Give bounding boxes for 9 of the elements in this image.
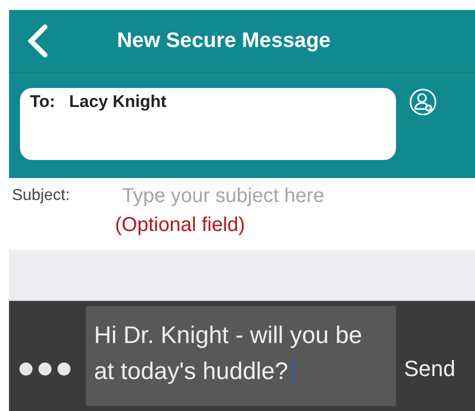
screen-title: New Secure Message — [117, 29, 331, 53]
more-icon[interactable] — [19, 362, 71, 376]
recipient-field[interactable]: To: Lacy Knight — [20, 88, 396, 160]
optional-note: (Optional field) — [115, 214, 246, 237]
send-button[interactable]: Send — [404, 356, 456, 382]
add-contact-icon[interactable] — [409, 88, 437, 116]
message-field[interactable]: Hi Dr. Knight - will you be at today's huddle? — [86, 306, 396, 406]
subject-label: Subject: — [12, 187, 71, 205]
back-button[interactable] — [26, 24, 48, 58]
